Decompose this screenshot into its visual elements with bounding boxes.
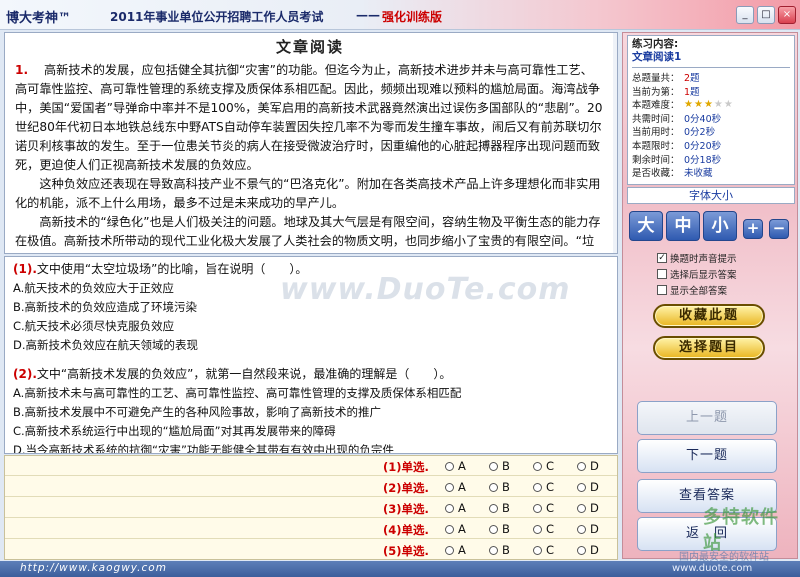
status-brand: www.duote.com	[672, 563, 753, 574]
radio-a[interactable]: A	[445, 480, 466, 494]
info-row-difficulty: 本题难度： ★ ★ ★ ★ ★	[632, 99, 733, 113]
info-row-favorite: 是否收藏： 未收藏	[632, 168, 713, 180]
info-row-elapsed: 当前用时： 0分2秒	[632, 127, 716, 139]
answer-label: (3)单选.	[383, 502, 429, 516]
exam-title: 2011年事业单位公开招聘工作人员考试	[110, 10, 324, 24]
radio-d[interactable]: D	[577, 480, 599, 494]
maximize-button[interactable]: □	[757, 6, 775, 24]
question-option: D.高新技术负效应在航天领域的表现	[13, 338, 199, 352]
choose-question-button[interactable]: 选择题目	[653, 336, 765, 360]
answer-row: (4)单选. A B C D	[5, 519, 617, 539]
difficulty-stars: ★ ★ ★ ★ ★	[684, 99, 733, 113]
info-row-remaining: 剩余时间： 0分18秒	[632, 154, 722, 166]
radio-c[interactable]: C	[533, 459, 554, 473]
font-increase-button[interactable]: +	[743, 219, 763, 239]
font-large-button[interactable]: 大	[629, 211, 663, 241]
questions-panel[interactable]: (1).文中使用“太空垃圾场”的比喻，旨在说明（ ）。 A.航天技术的负效应大于…	[4, 256, 618, 454]
info-row-current: 当前为第： 1题	[632, 86, 700, 98]
show-answer-after-select-checkbox[interactable]: 选择后显示答案	[657, 267, 737, 281]
favorite-button[interactable]: 收藏此题	[653, 304, 765, 328]
radio-d[interactable]: D	[577, 543, 599, 557]
radio-d[interactable]: D	[577, 522, 599, 536]
answer-label: (5)单选.	[383, 544, 429, 558]
question-2: (2).文中“高新技术发展的负效应”，就第一自然段来说，最准确的理解是（ ）。 …	[13, 365, 607, 454]
question-1: (1).文中使用“太空垃圾场”的比喻，旨在说明（ ）。 A.航天技术的负效应大于…	[13, 260, 607, 355]
radio-b[interactable]: B	[489, 459, 510, 473]
question-option: C.航天技术必须尽快克服负效应	[13, 319, 175, 333]
info-row-total-time: 共需时间： 0分40秒	[632, 113, 722, 125]
info-subject: 文章阅读1	[632, 51, 790, 68]
prev-question-button[interactable]: 上一题	[637, 401, 777, 435]
question-option: B.高新技术发展中不可避免产生的各种风险事故，影响了高新技术的推广	[13, 405, 382, 419]
radio-a[interactable]: A	[445, 543, 466, 557]
next-question-button[interactable]: 下一题	[637, 439, 777, 473]
star-icon: ★	[693, 99, 703, 111]
sound-hint-checkbox[interactable]: ✓ 换题时声音提示	[657, 251, 737, 265]
answer-label: (4)单选.	[383, 523, 429, 537]
passage-scrollbar[interactable]	[613, 33, 617, 253]
radio-c[interactable]: C	[533, 543, 554, 557]
radio-d[interactable]: D	[577, 501, 599, 515]
star-icon: ★	[723, 99, 733, 111]
edition-label: 强化训练版	[382, 10, 443, 24]
answer-row: (2)单选. A B C D	[5, 477, 617, 497]
font-small-button[interactable]: 小	[703, 211, 737, 241]
side-panel: 练习内容: 文章阅读1 总题量共： 2题 当前为第： 1题 本题难度： ★ ★ ★ …	[622, 32, 798, 563]
radio-c[interactable]: C	[533, 501, 554, 515]
answer-row: (3)单选. A B C D	[5, 498, 617, 518]
answer-label: (2)单选.	[383, 481, 429, 495]
question-option: B.高新技术的负效应造成了环境污染	[13, 300, 198, 314]
radio-c[interactable]: C	[533, 522, 554, 536]
radio-b[interactable]: B	[489, 522, 510, 536]
status-bar: http://www.kaogwy.com www.duote.com	[0, 561, 800, 577]
info-row-total: 总题量共： 2题	[632, 73, 700, 84]
question-option: D.当今高新技术系统的抗御“灾害”功能无能健全其带有有效中出现的负宗件	[13, 443, 394, 454]
radio-b[interactable]: B	[489, 480, 510, 494]
radio-b[interactable]: B	[489, 501, 510, 515]
radio-d[interactable]: D	[577, 459, 599, 473]
info-row-limit: 本题限时： 0分20秒	[632, 140, 722, 152]
passage-panel[interactable]: 文章阅读 1. 高新技术的发展，应包括健全其抗御“灾害”的功能。但迄今为止，高新技…	[4, 32, 618, 254]
font-decrease-button[interactable]: −	[769, 219, 789, 239]
check-icon: ✓	[657, 253, 667, 263]
question-option: A.航天技术的负效应大于正效应	[13, 281, 174, 295]
close-button[interactable]: ×	[778, 6, 796, 24]
radio-a[interactable]: A	[445, 501, 466, 515]
star-icon: ★	[703, 99, 713, 111]
radio-a[interactable]: A	[445, 459, 466, 473]
radio-a[interactable]: A	[445, 522, 466, 536]
radio-b[interactable]: B	[489, 543, 510, 557]
answer-sheet: (1)单选. A B C D (2)单选. A B C D (3)单选. A B…	[4, 455, 618, 560]
font-size-label: 字体大小	[627, 187, 795, 204]
status-url: http://www.kaogwy.com	[20, 562, 167, 574]
passage-paragraph: 这种负效应还表现在导致高科技产业不景气的“巴洛克化”。附加在各类高技术产品上许多…	[15, 177, 601, 210]
question-option: C.高新技术系统运行中出现的“尴尬局面”对其再发展带来的障碍	[13, 424, 336, 438]
answer-row: (1)单选. A B C D	[5, 456, 617, 476]
passage-paragraph: 1. 高新技术的发展，应包括健全其抗御“灾害”的功能。但迄今为止，高新技术进步并未…	[15, 63, 603, 172]
exercise-info: 练习内容: 文章阅读1 总题量共： 2题 当前为第： 1题 本题难度： ★ ★ ★ …	[627, 35, 795, 185]
info-title: 练习内容:	[632, 38, 679, 50]
title-bar: 博大考神™ 2011年事业单位公开招聘工作人员考试 —— 强化训练版 _ □ ×	[0, 0, 800, 30]
question-stem: (2).文中“高新技术发展的负效应”，就第一自然段来说，最准确的理解是（ ）。	[13, 367, 452, 381]
star-icon: ★	[684, 99, 693, 111]
question-option: A.高新技术未与高可靠性的工艺、高可靠性监控、高可靠性管理的支撑及质保体系相匹配	[13, 386, 462, 400]
passage-title: 文章阅读	[275, 38, 344, 56]
minimize-button[interactable]: _	[736, 6, 754, 24]
question-stem: (1).文中使用“太空垃圾场”的比喻，旨在说明（ ）。	[13, 262, 308, 276]
show-all-answers-checkbox[interactable]: 显示全部答案	[657, 283, 727, 297]
passage-paragraph: 高新技术的“绿色化”也是人们极关注的问题。地球及其大气层是有限空间，容纳生物及平…	[15, 215, 601, 248]
app-logo: 博大考神™	[6, 11, 72, 26]
answer-row: (5)单选. A B C D	[5, 540, 617, 560]
font-medium-button[interactable]: 中	[666, 211, 700, 241]
radio-c[interactable]: C	[533, 480, 554, 494]
title-separator: ——	[356, 8, 380, 22]
passage-number: 1.	[15, 63, 29, 77]
answer-label: (1)单选.	[383, 460, 429, 474]
star-icon: ★	[713, 99, 723, 111]
window-controls: _ □ ×	[736, 6, 796, 24]
